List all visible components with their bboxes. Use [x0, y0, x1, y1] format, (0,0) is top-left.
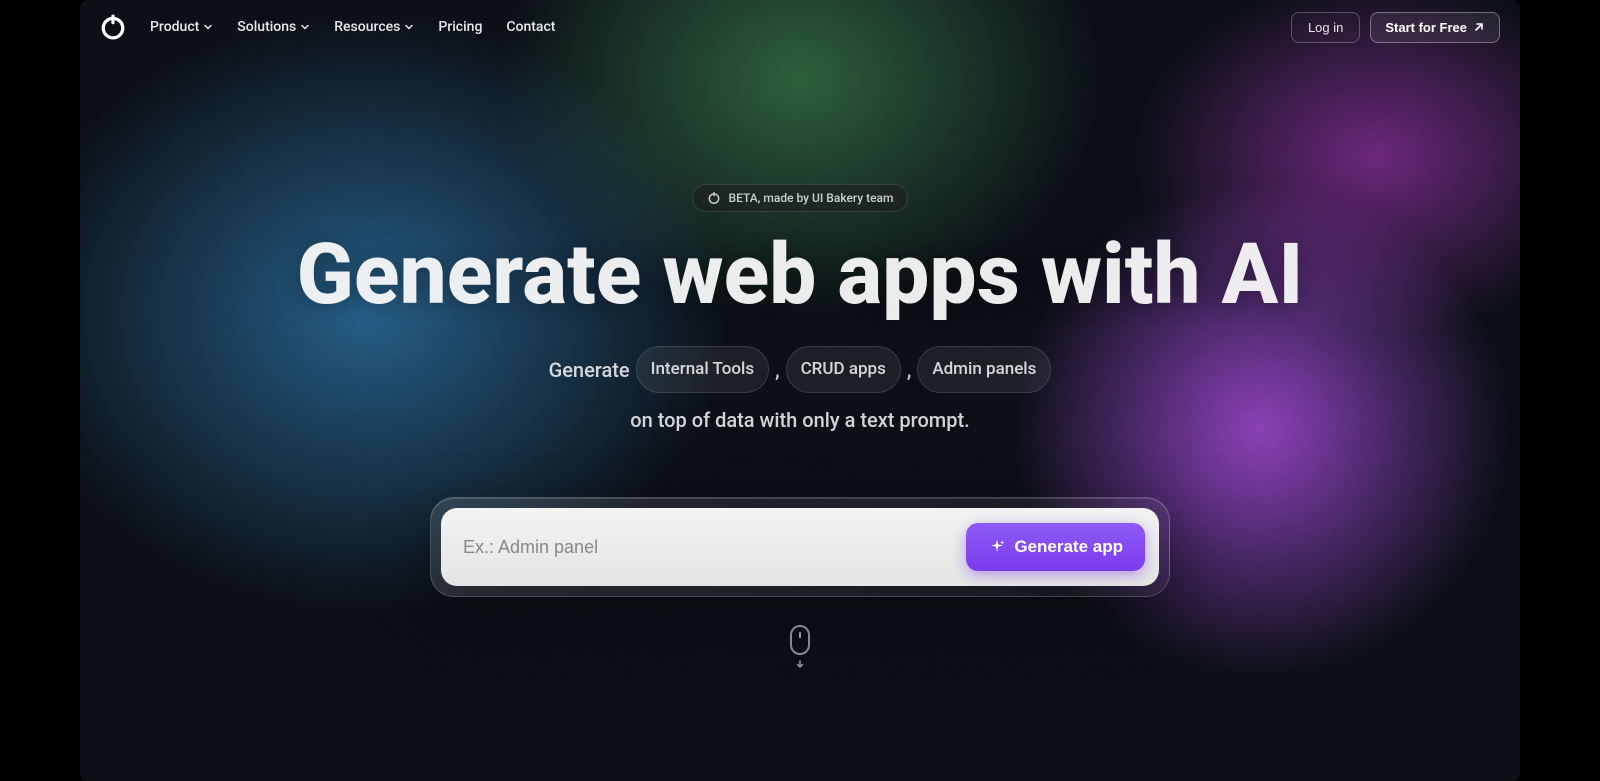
nav-link-resources[interactable]: Resources — [334, 19, 414, 35]
arrow-up-right-icon — [1473, 21, 1485, 33]
nav-link-label: Contact — [506, 19, 555, 35]
nav-link-pricing[interactable]: Pricing — [438, 19, 482, 35]
cta-label: Start for Free — [1385, 20, 1467, 35]
nav-link-label: Pricing — [438, 19, 482, 35]
prompt-inner: Generate app — [441, 508, 1159, 586]
chevron-down-icon — [300, 22, 310, 32]
nav-link-label: Resources — [334, 19, 400, 35]
generate-app-button[interactable]: Generate app — [966, 523, 1145, 571]
sparkle-icon — [988, 538, 1006, 556]
generate-button-label: Generate app — [1014, 537, 1123, 557]
mouse-icon — [790, 625, 810, 655]
nav-link-label: Product — [150, 19, 199, 35]
brand-mini-icon — [707, 191, 721, 205]
beta-pill: BETA, made by UI Bakery team — [692, 184, 909, 212]
chip-admin-panels: Admin panels — [917, 346, 1051, 394]
prompt-input[interactable] — [463, 537, 966, 558]
subline-lead: Generate — [549, 349, 630, 391]
nav-link-contact[interactable]: Contact — [506, 19, 555, 35]
nav-link-solutions[interactable]: Solutions — [237, 19, 310, 35]
prompt-container: Generate app — [430, 497, 1170, 597]
nav-link-label: Solutions — [237, 19, 296, 35]
nav-right: Log in Start for Free — [1291, 12, 1500, 43]
navbar: Product Solutions Resources Pricing Cont… — [0, 0, 1600, 54]
scroll-indicator — [790, 625, 810, 669]
nav-links: Product Solutions Resources Pricing Cont… — [150, 19, 555, 35]
chevron-down-icon — [203, 22, 213, 32]
hero-section: BETA, made by UI Bakery team Generate we… — [0, 184, 1600, 669]
subline-comma: , — [775, 349, 779, 391]
arrow-down-icon — [795, 659, 805, 669]
subline-trail: on top of data with only a text prompt. — [630, 399, 969, 441]
nav-link-product[interactable]: Product — [150, 19, 213, 35]
headline: Generate web apps with AI — [297, 232, 1304, 318]
subline: Generate Internal Tools , CRUD apps , Ad… — [410, 346, 1190, 442]
start-free-button[interactable]: Start for Free — [1370, 12, 1500, 43]
brand-logo[interactable] — [100, 14, 126, 40]
login-button[interactable]: Log in — [1291, 12, 1360, 43]
subline-comma: , — [907, 349, 911, 391]
chevron-down-icon — [404, 22, 414, 32]
beta-pill-text: BETA, made by UI Bakery team — [729, 191, 894, 205]
chip-crud-apps: CRUD apps — [786, 346, 901, 394]
brand-logo-icon — [100, 14, 126, 40]
chip-internal-tools: Internal Tools — [636, 346, 769, 394]
